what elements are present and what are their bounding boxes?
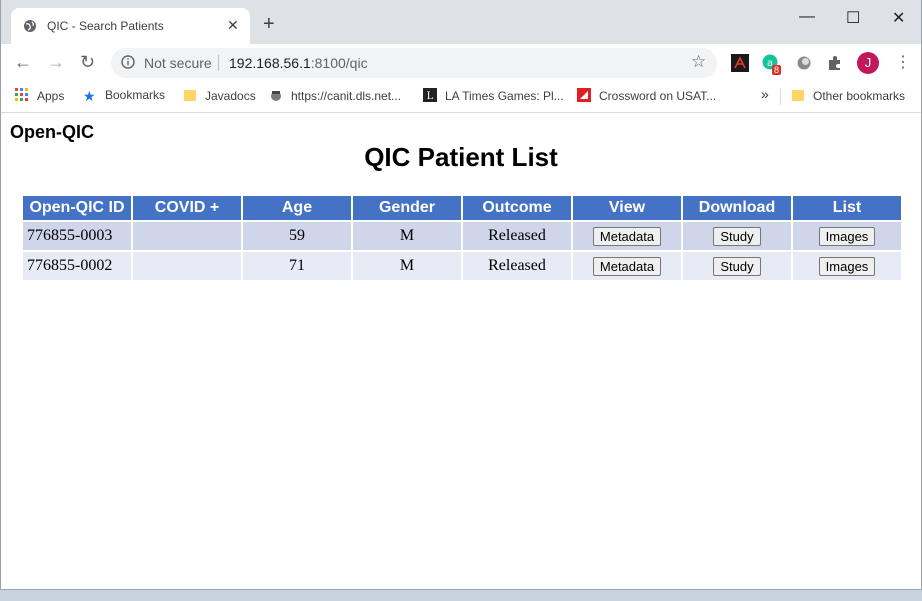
menu-kebab-icon[interactable]: ⋮ [895, 52, 911, 72]
forward-arrow-icon[interactable]: → [47, 53, 65, 71]
column-header-id: Open-QIC ID [23, 196, 131, 220]
bookmark-item-bookmarks[interactable]: ★ Bookmarks [83, 88, 166, 104]
table-row: 776855-0003 59 M Released Metadata Study… [23, 222, 901, 250]
bookmark-label: https://canit.dls.net... [291, 89, 402, 103]
column-header-covid: COVID + [133, 196, 241, 220]
reload-icon[interactable]: ↻ [80, 53, 95, 71]
list-cell: Images [793, 222, 901, 250]
pdf-extension-icon[interactable] [731, 54, 749, 72]
profile-avatar[interactable]: J [857, 52, 879, 74]
bookmark-item-canit[interactable]: https://canit.dls.net... [269, 88, 401, 103]
star-icon: ★ [83, 88, 96, 104]
bookmarks-divider [780, 89, 781, 105]
metadata-button[interactable]: Metadata [592, 226, 662, 246]
metadata-button[interactable]: Metadata [592, 256, 662, 276]
age-cell: 59 [243, 222, 351, 250]
bookmark-label: Javadocs [205, 89, 256, 103]
apps-label: Apps [37, 89, 65, 103]
url-host: 192.168.56.1 [229, 55, 311, 71]
tab-close-icon[interactable]: ✕ [227, 17, 239, 34]
bookmark-item-crossword[interactable]: Crossword on USAT... [577, 88, 716, 103]
new-tab-button[interactable]: + [263, 14, 275, 34]
title-bar: QIC - Search Patients ✕ + — ☐ ✕ [1, 0, 921, 44]
study-button[interactable]: Study [713, 226, 761, 246]
column-header-view: View [573, 196, 681, 220]
svg-text:L: L [427, 91, 434, 102]
column-header-download: Download [683, 196, 791, 220]
outcome-cell: Released [463, 252, 571, 280]
table-row: 776855-0002 71 M Released Metadata Study… [23, 252, 901, 280]
info-icon[interactable] [121, 55, 135, 69]
covid-cell [133, 252, 241, 280]
column-header-age: Age [243, 196, 351, 220]
other-bookmarks-label: Other bookmarks [813, 89, 906, 103]
gender-cell: M [353, 252, 461, 280]
view-cell: Metadata [573, 252, 681, 280]
gender-cell: M [353, 222, 461, 250]
puzzle-icon[interactable] [826, 54, 844, 72]
browser-window: QIC - Search Patients ✕ + — ☐ ✕ ← → ↻ No… [0, 0, 922, 590]
view-cell: Metadata [573, 222, 681, 250]
bookmark-item-javadocs[interactable]: Javadocs [183, 88, 256, 103]
study-button[interactable]: Study [713, 256, 761, 276]
other-bookmarks[interactable]: Other bookmarks [791, 88, 905, 103]
download-cell: Study [683, 252, 791, 280]
maximize-button[interactable]: ☐ [846, 8, 860, 28]
brand-title: Open-QIC [10, 122, 94, 142]
list-cell: Images [793, 252, 901, 280]
download-cell: Study [683, 222, 791, 250]
extension-badge: 8 [772, 65, 782, 75]
bookmark-label: Bookmarks [105, 88, 166, 102]
page-content: Open-QIC QIC Patient List Open-QIC ID CO… [1, 113, 921, 589]
security-label[interactable]: Not secure [144, 55, 212, 71]
outcome-cell: Released [463, 222, 571, 250]
apps-grid-icon [15, 88, 28, 101]
url-text[interactable]: 192.168.56.1:8100/qic [229, 55, 368, 71]
column-header-gender: Gender [353, 196, 461, 220]
close-window-button[interactable]: ✕ [892, 8, 905, 28]
patient-id-cell: 776855-0002 [23, 252, 131, 280]
url-path: :8100/qic [310, 55, 368, 71]
latimes-icon: L [423, 88, 437, 102]
globe-icon [24, 20, 36, 32]
page-title: QIC Patient List [364, 142, 558, 172]
bookmark-item-latimes[interactable]: L LA Times Games: Pl... [423, 88, 564, 103]
bookmark-star-icon[interactable]: ☆ [691, 52, 706, 72]
column-header-list: List [793, 196, 901, 220]
bug-icon [271, 91, 281, 101]
patient-id-cell: 776855-0003 [23, 222, 131, 250]
bookmarks-overflow-button[interactable]: » [761, 86, 769, 102]
column-header-outcome: Outcome [463, 196, 571, 220]
circle-extension-icon[interactable] [795, 54, 813, 72]
back-arrow-icon[interactable]: ← [14, 53, 32, 71]
folder-icon [184, 90, 196, 101]
folder-icon [792, 90, 804, 101]
crossword-icon [577, 88, 591, 102]
browser-toolbar: ← → ↻ Not secure 192.168.56.1:8100/qic ☆… [1, 44, 921, 82]
apps-shortcut[interactable]: Apps [15, 88, 64, 103]
images-button[interactable]: Images [818, 226, 876, 246]
bookmarks-bar: Apps ★ Bookmarks Javadocs https://canit.d… [1, 82, 921, 113]
browser-tab[interactable]: QIC - Search Patients ✕ [11, 8, 250, 44]
age-cell: 71 [243, 252, 351, 280]
bookmark-label: LA Times Games: Pl... [445, 89, 564, 103]
table-header-row: Open-QIC ID COVID + Age Gender Outcome V… [23, 196, 901, 220]
patient-table: Open-QIC ID COVID + Age Gender Outcome V… [21, 194, 903, 282]
images-button[interactable]: Images [818, 256, 876, 276]
omnibox-divider [218, 55, 219, 71]
minimize-button[interactable]: — [799, 8, 815, 26]
covid-cell [133, 222, 241, 250]
tab-title: QIC - Search Patients [47, 19, 164, 33]
bookmark-label: Crossword on USAT... [599, 89, 717, 103]
address-bar[interactable]: Not secure 192.168.56.1:8100/qic ☆ [111, 48, 717, 78]
